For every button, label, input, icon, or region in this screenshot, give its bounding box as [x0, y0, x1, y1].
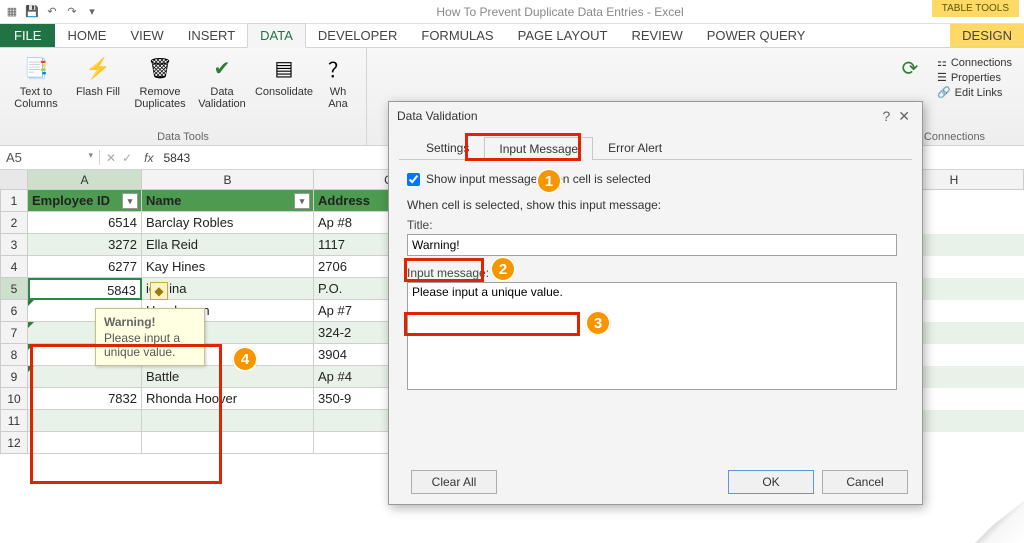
row-header[interactable]: 12: [0, 432, 28, 454]
tooltip-body: Please input a unique value.: [104, 331, 180, 359]
title-input[interactable]: [407, 234, 897, 256]
row-header[interactable]: 4: [0, 256, 28, 278]
tab-page-layout[interactable]: PAGE LAYOUT: [506, 24, 620, 47]
row-header[interactable]: 1: [0, 190, 28, 212]
title-bar: ▦ 💾 ↶ ↷ ▾ How To Prevent Duplicate Data …: [0, 0, 1024, 24]
cell[interactable]: Rhonda Hoover: [142, 388, 314, 410]
tab-file[interactable]: FILE: [0, 24, 55, 47]
consolidate-button[interactable]: ▤Consolidate: [256, 52, 312, 98]
ribbon-tabs: FILE HOME VIEW INSERT DATA DEVELOPER FOR…: [0, 24, 1024, 48]
tab-insert[interactable]: INSERT: [176, 24, 247, 47]
tooltip-title: Warning!: [104, 315, 196, 329]
tab-data[interactable]: DATA: [247, 23, 306, 48]
flash-fill-button[interactable]: ⚡Flash Fill: [70, 52, 126, 98]
row-header[interactable]: 9: [0, 366, 28, 388]
validation-marker-icon: [28, 366, 34, 372]
select-all-corner[interactable]: [0, 170, 28, 189]
row-header[interactable]: 2: [0, 212, 28, 234]
cancel-button[interactable]: Cancel: [822, 470, 908, 494]
input-message-textarea[interactable]: [407, 282, 897, 390]
title-field-label: Title:: [407, 218, 904, 232]
qat-dropdown-icon[interactable]: ▾: [84, 4, 100, 20]
dialog-tab-input-message[interactable]: Input Message: [484, 137, 593, 160]
validation-marker-icon: [28, 322, 34, 328]
edit-links-button[interactable]: 🔗 Edit Links: [937, 86, 1012, 99]
validation-marker-icon: [28, 344, 34, 350]
enter-formula-icon[interactable]: ✓: [122, 151, 132, 165]
refresh-all-button[interactable]: ⟳: [893, 52, 927, 84]
text-to-columns-button[interactable]: 📑Text to Columns: [8, 52, 64, 110]
when-cell-selected-label: When cell is selected, show this input m…: [407, 198, 904, 212]
show-input-message-check[interactable]: [407, 173, 420, 186]
name-box[interactable]: A5: [0, 150, 100, 165]
table-header-name[interactable]: Name: [142, 190, 314, 212]
cell[interactable]: [28, 432, 142, 454]
fx-icon[interactable]: fx: [138, 151, 159, 165]
dialog-tab-error-alert[interactable]: Error Alert: [593, 136, 677, 159]
connections-button[interactable]: ⚏ Connections: [937, 56, 1012, 69]
redo-icon[interactable]: ↷: [64, 4, 80, 20]
row-header[interactable]: 8: [0, 344, 28, 366]
save-icon[interactable]: 💾: [24, 4, 40, 20]
quick-access-toolbar: ▦ 💾 ↶ ↷ ▾: [4, 4, 100, 20]
ok-button[interactable]: OK: [728, 470, 814, 494]
cell[interactable]: Battle: [142, 366, 314, 388]
window-title: How To Prevent Duplicate Data Entries - …: [100, 5, 1020, 19]
row-header[interactable]: 6: [0, 300, 28, 322]
tab-formulas[interactable]: FORMULAS: [409, 24, 505, 47]
col-header-b[interactable]: B: [142, 170, 314, 189]
tab-view[interactable]: VIEW: [118, 24, 175, 47]
data-validation-dialog: Data Validation ? ✕ Settings Input Messa…: [388, 101, 923, 505]
error-indicator-icon[interactable]: ◆: [150, 282, 168, 300]
cell[interactable]: [142, 432, 314, 454]
dialog-title: Data Validation: [397, 109, 478, 123]
row-header[interactable]: 10: [0, 388, 28, 410]
table-header-id[interactable]: Employee ID: [28, 190, 142, 212]
validation-marker-icon: [28, 300, 34, 306]
properties-button[interactable]: ☰ Properties: [937, 71, 1012, 84]
row-header[interactable]: 11: [0, 410, 28, 432]
cell[interactable]: 6514: [28, 212, 142, 234]
input-message-tooltip: Warning! Please input a unique value.: [95, 308, 205, 366]
undo-icon[interactable]: ↶: [44, 4, 60, 20]
remove-duplicates-button[interactable]: 🗑Remove Duplicates: [132, 52, 188, 110]
cell[interactable]: Barclay Robles: [142, 212, 314, 234]
cell[interactable]: [28, 366, 142, 388]
tab-developer[interactable]: DEVELOPER: [306, 24, 409, 47]
clear-all-button[interactable]: Clear All: [411, 470, 497, 494]
contextual-tab-header: TABLE TOOLS: [932, 0, 1019, 17]
whatif-button[interactable]: ？WhAna: [318, 52, 358, 110]
tab-power-query[interactable]: POWER QUERY: [695, 24, 818, 47]
cell[interactable]: 6277: [28, 256, 142, 278]
data-validation-button[interactable]: ✔Data Validation: [194, 52, 250, 110]
cell[interactable]: Ella Reid: [142, 234, 314, 256]
tab-review[interactable]: REVIEW: [619, 24, 694, 47]
cell[interactable]: Kay Hines: [142, 256, 314, 278]
cell[interactable]: 3272: [28, 234, 142, 256]
close-icon[interactable]: ✕: [894, 108, 914, 125]
excel-icon: ▦: [4, 4, 20, 20]
tab-design[interactable]: DESIGN: [950, 24, 1024, 47]
cancel-formula-icon[interactable]: ✕: [106, 151, 116, 165]
cell[interactable]: 7832: [28, 388, 142, 410]
page-curl-decoration: [970, 501, 1024, 543]
row-header[interactable]: 3: [0, 234, 28, 256]
ribbon-group-label: Data Tools: [8, 129, 358, 143]
dialog-tab-settings[interactable]: Settings: [411, 136, 484, 159]
help-icon[interactable]: ?: [878, 108, 894, 124]
active-cell[interactable]: 5843: [28, 278, 142, 300]
row-header[interactable]: 7: [0, 322, 28, 344]
formula-value[interactable]: 5843: [159, 151, 194, 165]
cell[interactable]: [28, 410, 142, 432]
tab-home[interactable]: HOME: [55, 24, 118, 47]
col-header-a[interactable]: A: [28, 170, 142, 189]
cell[interactable]: [142, 410, 314, 432]
show-input-message-checkbox[interactable]: Show input message when cell is selected: [407, 172, 904, 186]
input-message-field-label: Input message:: [407, 266, 904, 280]
row-header[interactable]: 5: [0, 278, 28, 300]
